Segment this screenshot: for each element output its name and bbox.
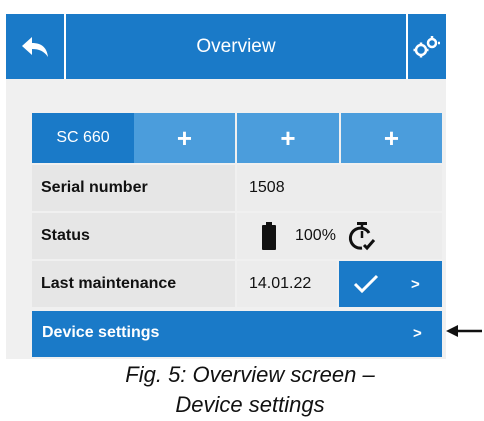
- status-label: Status: [32, 213, 235, 259]
- timer-check-icon: [348, 222, 376, 251]
- settings-button[interactable]: [406, 14, 446, 79]
- device-settings-button[interactable]: Device settings >: [32, 311, 442, 357]
- page-title: Overview: [196, 35, 276, 57]
- back-button[interactable]: [6, 14, 66, 79]
- status-row: Status 100%: [32, 213, 442, 259]
- serial-label: Serial number: [32, 165, 235, 211]
- maintenance-date: 14.01.22: [237, 261, 337, 307]
- tab-sc660[interactable]: SC 660: [32, 113, 134, 163]
- pointer-arrow-icon: [446, 325, 482, 337]
- maintenance-label: Last maintenance: [32, 261, 235, 307]
- device-settings-chevron: >: [413, 325, 422, 342]
- checkmark-icon: [353, 274, 379, 294]
- tab-add-device-2[interactable]: +: [237, 113, 339, 163]
- tab-add-device-1[interactable]: +: [134, 113, 235, 163]
- header-bar: Overview: [6, 14, 446, 79]
- status-value: 100%: [237, 213, 442, 259]
- figure-caption-line1: Fig. 5: Overview screen –: [125, 362, 375, 387]
- battery-icon: [262, 222, 276, 250]
- back-arrow-icon: [22, 36, 48, 57]
- tab-add-device-3[interactable]: +: [341, 113, 442, 163]
- serial-value: 1508: [237, 165, 442, 211]
- serial-row: Serial number 1508: [32, 165, 442, 211]
- battery-percent: 100%: [295, 227, 336, 244]
- figure-caption-line2: Device settings: [175, 392, 325, 417]
- maintenance-confirm-button[interactable]: >: [339, 261, 442, 307]
- maintenance-row: Last maintenance 14.01.22 >: [32, 261, 442, 307]
- gears-icon: [413, 35, 440, 57]
- maintenance-chevron: >: [411, 275, 420, 293]
- device-tabs: SC 660 + + +: [32, 113, 442, 163]
- device-settings-label: Device settings: [42, 324, 160, 341]
